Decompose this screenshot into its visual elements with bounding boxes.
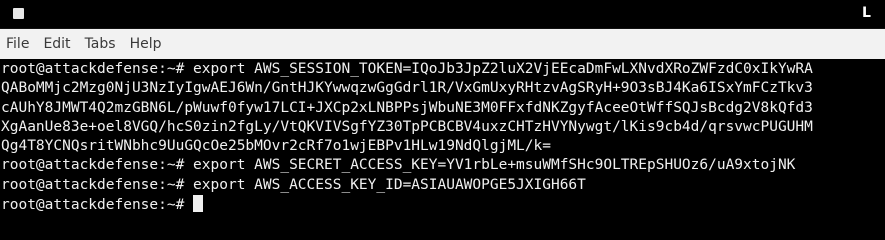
terminal-prompt-line[interactable]: root@attackdefense:~#	[1, 195, 885, 214]
terminal-cursor	[193, 195, 204, 213]
terminal-line: Qg4T8YCNQsritWNbhc9UuGQcOe25bMOvr2cRf7o1…	[1, 138, 551, 155]
window-title: L	[862, 5, 871, 21]
terminal-line: cAUhY8JMWT4Q2mzGBN6L/pWuwf0fyw17LCI+JXCp…	[1, 99, 813, 116]
terminal-app-icon[interactable]	[13, 8, 24, 19]
terminal-line: root@attackdefense:~# export AWS_SECRET_…	[1, 157, 796, 174]
terminal-output[interactable]: root@attackdefense:~# export AWS_SESSION…	[0, 59, 885, 240]
terminal-line: XgAanUe83e+oel8VGQ/hcS0zin2fgLy/VtQKVIVS…	[1, 118, 813, 135]
menu-bar: File Edit Tabs Help	[0, 29, 885, 59]
terminal-line: QABoMMjc2Mzg0NjU3NzIyIgwAEJ6Wn/GntHJKYww…	[1, 80, 813, 97]
menu-help[interactable]: Help	[130, 36, 162, 52]
menu-edit[interactable]: Edit	[43, 36, 70, 52]
terminal-line: root@attackdefense:~# export AWS_ACCESS_…	[1, 176, 586, 193]
menu-file[interactable]: File	[6, 36, 29, 52]
window-titlebar: L	[0, 0, 885, 29]
terminal-prompt: root@attackdefense:~#	[1, 197, 194, 214]
terminal-line: root@attackdefense:~# export AWS_SESSION…	[1, 61, 813, 77]
menu-tabs[interactable]: Tabs	[85, 36, 116, 52]
